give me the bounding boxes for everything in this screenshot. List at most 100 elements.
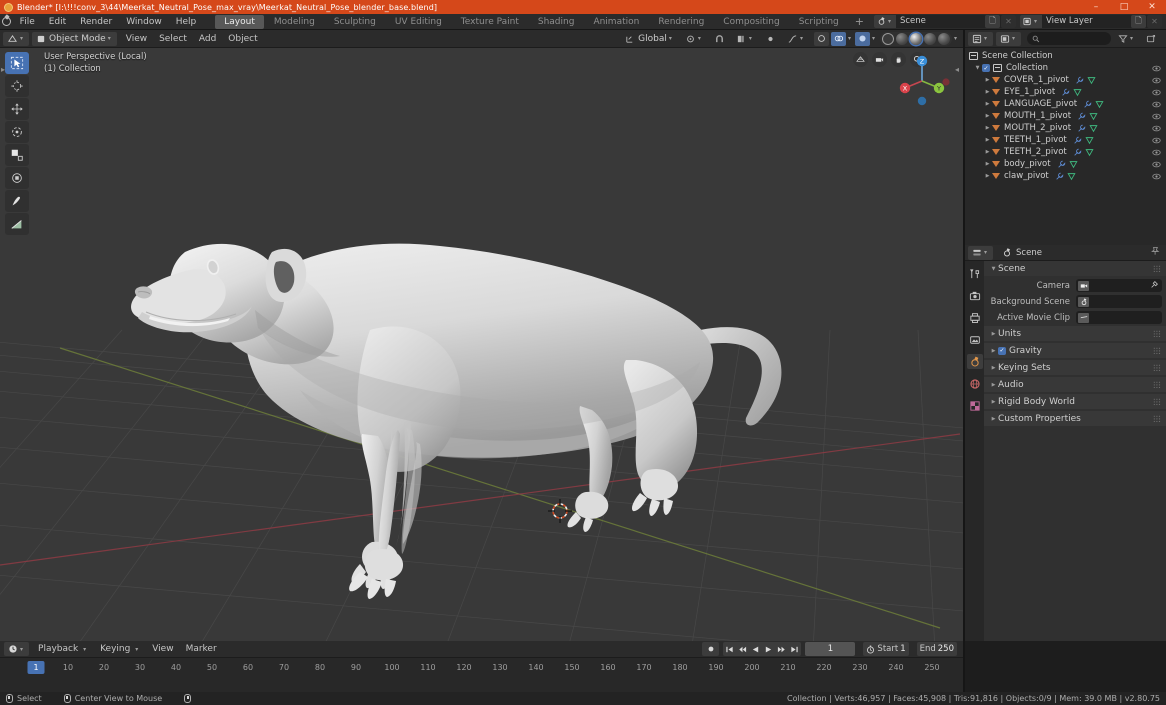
disclosure-triangle-icon[interactable]: ▶	[983, 77, 992, 83]
properties-tab-output[interactable]	[967, 310, 983, 325]
object-visibility-eye-icon[interactable]	[1152, 172, 1161, 181]
keying-sets-disclosure-icon[interactable]: ▶	[989, 365, 998, 371]
viewport-toolbar-toggle[interactable]: ▸	[1, 64, 8, 75]
select-box-tool[interactable]	[5, 52, 29, 74]
collection-visibility-eye-icon[interactable]	[1152, 64, 1161, 73]
outliner-collection-row[interactable]: ▼ ✓ Collection	[965, 62, 1166, 74]
unlink-scene-button[interactable]: ✕	[1000, 15, 1016, 28]
shading-solid-button[interactable]	[909, 32, 922, 45]
custom-properties-disclosure-icon[interactable]: ▶	[989, 416, 998, 422]
tab-sculpting[interactable]: Sculpting	[325, 15, 385, 29]
tab-modeling[interactable]: Modeling	[265, 15, 324, 29]
annotate-tool[interactable]	[5, 190, 29, 212]
menu-help[interactable]: Help	[169, 14, 204, 30]
viewlayer-selector[interactable]: ▾ View Layer 🗋 ✕	[1019, 15, 1162, 28]
outliner-item-teeth-2-pivot[interactable]: ▶ TEETH_2_pivot	[965, 146, 1166, 158]
keying-sets-panel-header[interactable]: ▶ Keying Sets	[984, 360, 1166, 375]
outliner-item-language-pivot[interactable]: ▶ LANGUAGE_pivot	[965, 98, 1166, 110]
end-frame-value[interactable]: 250	[938, 644, 954, 654]
timeline-menu-view[interactable]: View	[146, 642, 179, 657]
xray-chevron-down-icon[interactable]: ▾	[872, 35, 875, 42]
tab-layout[interactable]: Layout	[215, 14, 264, 29]
mesh-data-icon[interactable]	[1089, 124, 1098, 133]
outliner-item-claw-pivot[interactable]: ▶ claw_pivot	[965, 170, 1166, 182]
properties-tab-view-layer[interactable]	[967, 332, 983, 347]
mesh-data-icon[interactable]	[1085, 136, 1094, 145]
blender-menu-icon[interactable]	[0, 14, 13, 30]
modifier-wrench-icon[interactable]	[1057, 160, 1066, 169]
object-mode-selector[interactable]: Object Mode ▾	[32, 31, 117, 46]
mesh-data-icon[interactable]	[1067, 172, 1076, 181]
show-gizmo-button[interactable]	[813, 31, 829, 46]
object-visibility-eye-icon[interactable]	[1152, 88, 1161, 97]
timeline-playhead[interactable]: 1	[27, 661, 45, 674]
outliner-item-mouth-1-pivot[interactable]: ▶ MOUTH_1_pivot	[965, 110, 1166, 122]
custom-properties-panel-header[interactable]: ▶ Custom Properties	[984, 411, 1166, 426]
modifier-wrench-icon[interactable]	[1077, 124, 1086, 133]
viewport-sidebar-toggle[interactable]: ◂	[955, 64, 962, 75]
audio-disclosure-icon[interactable]: ▶	[989, 382, 998, 388]
tab-texture-paint[interactable]: Texture Paint	[452, 15, 528, 29]
shading-material-button[interactable]	[923, 32, 936, 45]
properties-tab-texture[interactable]	[967, 398, 983, 413]
transform-orientation-selector[interactable]: Global ▾	[621, 32, 678, 46]
mesh-data-icon[interactable]	[1087, 76, 1096, 85]
properties-tab-tool[interactable]	[967, 266, 983, 281]
modifier-wrench-icon[interactable]	[1075, 76, 1084, 85]
outliner-item-teeth-1-pivot[interactable]: ▶ TEETH_1_pivot	[965, 134, 1166, 146]
object-visibility-eye-icon[interactable]	[1152, 76, 1161, 85]
remove-viewlayer-button[interactable]: ✕	[1147, 15, 1162, 28]
object-visibility-eye-icon[interactable]	[1152, 148, 1161, 157]
timeline-ruler[interactable]: 10 20 30 40 50 60 70 80 90 100 110 120 1…	[0, 661, 963, 675]
properties-tab-world[interactable]	[967, 376, 983, 391]
tab-uv-editing[interactable]: UV Editing	[386, 15, 451, 29]
gravity-disclosure-icon[interactable]: ▶	[989, 348, 998, 354]
disclosure-triangle-icon[interactable]: ▶	[983, 101, 992, 107]
proportional-falloff-selector[interactable]: ▾	[783, 32, 809, 46]
prev-keyframe-button[interactable]	[736, 642, 749, 656]
object-visibility-eye-icon[interactable]	[1152, 136, 1161, 145]
jump-to-start-button[interactable]	[723, 642, 736, 656]
modifier-wrench-icon[interactable]	[1083, 100, 1092, 109]
viewport-menu-add[interactable]: Add	[193, 31, 222, 47]
proportional-edit-toggle[interactable]	[761, 32, 780, 46]
timeline-editor[interactable]: ▾ Playback ▾ Keying ▾ View Marker 1 Star…	[0, 641, 963, 692]
modifier-wrench-icon[interactable]	[1077, 112, 1086, 121]
object-visibility-eye-icon[interactable]	[1152, 124, 1161, 133]
properties-tab-scene[interactable]	[966, 354, 983, 369]
transform-tool[interactable]	[5, 167, 29, 189]
outliner-item-eye-1-pivot[interactable]: ▶ EYE_1_pivot	[965, 86, 1166, 98]
disclosure-triangle-icon[interactable]: ▶	[983, 149, 992, 155]
jump-to-end-button[interactable]	[788, 642, 801, 656]
disclosure-triangle-icon[interactable]: ▶	[983, 161, 992, 167]
new-viewlayer-button[interactable]: 🗋	[1131, 15, 1146, 28]
properties-tab-render[interactable]	[967, 288, 983, 303]
object-visibility-eye-icon[interactable]	[1152, 112, 1161, 121]
scene-panel-disclosure-icon[interactable]: ▼	[989, 266, 998, 272]
stopwatch-icon[interactable]	[866, 645, 875, 654]
background-scene-field[interactable]	[1076, 295, 1162, 308]
play-reverse-button[interactable]	[749, 642, 762, 656]
menu-window[interactable]: Window	[119, 14, 169, 30]
outliner-scene-collection-row[interactable]: Scene Collection	[965, 50, 1166, 62]
properties-pin-button[interactable]	[1150, 246, 1163, 259]
viewport-menu-object[interactable]: Object	[222, 31, 263, 47]
active-movie-clip-field[interactable]	[1076, 311, 1162, 324]
mesh-data-icon[interactable]	[1095, 100, 1104, 109]
units-disclosure-icon[interactable]: ▶	[989, 331, 998, 337]
gravity-panel-header[interactable]: ▶ ✓ Gravity	[984, 343, 1166, 358]
viewport-menu-view[interactable]: View	[120, 31, 153, 47]
tab-scripting[interactable]: Scripting	[790, 15, 848, 29]
new-scene-button[interactable]: 🗋	[984, 15, 1000, 28]
menu-file[interactable]: File	[13, 14, 42, 30]
object-visibility-eye-icon[interactable]	[1152, 100, 1161, 109]
current-frame-field[interactable]: 1	[805, 642, 856, 656]
disclosure-triangle-icon[interactable]: ▶	[983, 173, 992, 179]
auto-keying-button[interactable]	[702, 642, 720, 656]
modifier-wrench-icon[interactable]	[1055, 172, 1064, 181]
cursor-tool[interactable]	[5, 75, 29, 97]
disclosure-triangle-icon[interactable]: ▶	[983, 137, 992, 143]
mesh-data-icon[interactable]	[1089, 112, 1098, 121]
rigid-body-world-panel-header[interactable]: ▶ Rigid Body World	[984, 394, 1166, 409]
camera-eyedropper-icon[interactable]	[1150, 280, 1159, 291]
